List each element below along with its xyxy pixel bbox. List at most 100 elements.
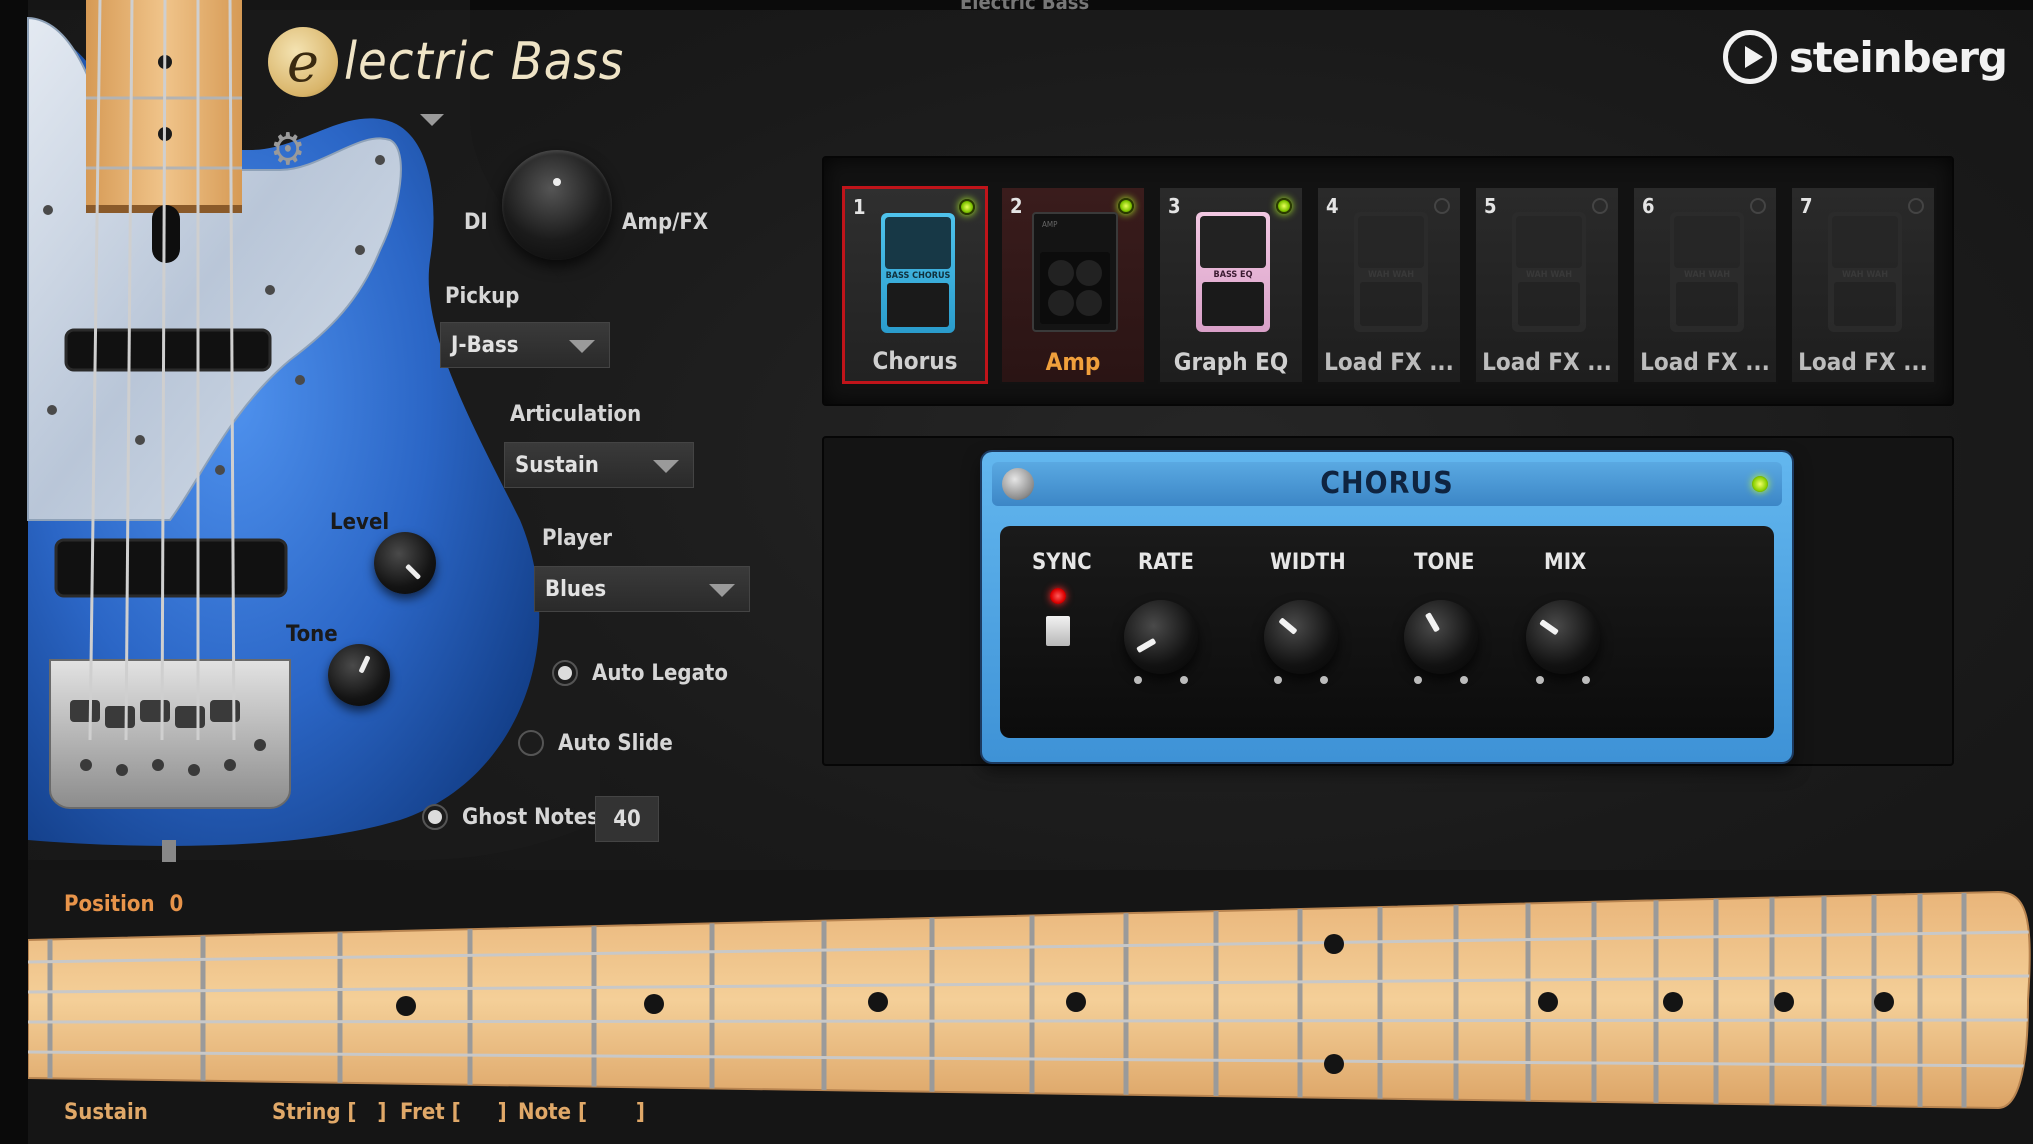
chorus-pedal-icon: BASS CHORUS bbox=[881, 213, 955, 333]
chorus-title-bar: CHORUS bbox=[992, 462, 1782, 506]
amp-cabinet-icon: AMP bbox=[1032, 212, 1118, 332]
di-label: DI bbox=[464, 210, 488, 235]
string-close: ] bbox=[377, 1100, 387, 1125]
sync-label: SYNC bbox=[1032, 550, 1092, 575]
slot-number: 2 bbox=[1010, 194, 1023, 218]
pedal-top bbox=[1200, 216, 1266, 268]
slot-active-led[interactable] bbox=[1750, 198, 1766, 214]
player-dropdown[interactable]: Blues bbox=[534, 566, 750, 612]
auto-slide-option[interactable]: Auto Slide bbox=[518, 730, 673, 756]
player-value: Blues bbox=[545, 576, 607, 602]
ghost-notes-radio[interactable] bbox=[422, 804, 448, 830]
slot-number: 1 bbox=[853, 195, 866, 219]
auto-legato-label: Auto Legato bbox=[592, 660, 728, 686]
ghost-notes-value-field[interactable]: 40 bbox=[595, 796, 659, 842]
pedal-top bbox=[1516, 216, 1582, 268]
pedal-label: WAH WAH bbox=[1684, 270, 1730, 280]
chorus-title: CHORUS bbox=[1320, 466, 1454, 501]
pedal-top bbox=[885, 217, 951, 269]
tone-knob[interactable] bbox=[328, 644, 390, 706]
pedal-top bbox=[1358, 216, 1424, 268]
slot-name: Amp bbox=[1045, 348, 1101, 376]
knob-indicator bbox=[553, 178, 561, 186]
pedal-label: BASS CHORUS bbox=[885, 271, 951, 281]
electric-bass-logo: e lectric Bass bbox=[268, 22, 624, 102]
empty-pedal-icon: WAH WAH bbox=[1828, 212, 1902, 332]
chorus-power-led[interactable] bbox=[1752, 476, 1768, 492]
fretboard[interactable] bbox=[28, 880, 2033, 1120]
slot-active-led[interactable] bbox=[1592, 198, 1608, 214]
pedal-footswitch bbox=[1518, 282, 1580, 326]
fx-slots-panel: 1 BASS CHORUS Chorus 2 AMP Amp 3 BASS EQ… bbox=[822, 156, 1954, 406]
auto-slide-label: Auto Slide bbox=[558, 730, 673, 756]
ghost-notes-label: Ghost Notes bbox=[462, 804, 599, 830]
fx-slot-6[interactable]: 6 WAH WAH Load FX ... bbox=[1632, 186, 1778, 384]
knob-indicator bbox=[358, 655, 371, 674]
slot-active-led[interactable] bbox=[1434, 198, 1450, 214]
level-knob[interactable] bbox=[374, 532, 436, 594]
slot-name: Load FX ... bbox=[1640, 348, 1770, 376]
fx-slot-5[interactable]: 5 WAH WAH Load FX ... bbox=[1474, 186, 1620, 384]
graph-eq-pedal-icon: BASS EQ bbox=[1196, 212, 1270, 332]
pickup-dropdown[interactable]: J-Bass bbox=[440, 322, 610, 368]
rate-range-dots bbox=[1134, 676, 1188, 686]
fx-slot-7[interactable]: 7 WAH WAH Load FX ... bbox=[1790, 186, 1936, 384]
mix-range-dots bbox=[1536, 676, 1590, 686]
width-label: WIDTH bbox=[1270, 550, 1346, 575]
fx-slot-3[interactable]: 3 BASS EQ Graph EQ bbox=[1158, 186, 1304, 384]
width-knob[interactable] bbox=[1264, 600, 1338, 674]
chevron-down-icon bbox=[653, 460, 679, 473]
pedal-label: WAH WAH bbox=[1368, 270, 1414, 280]
empty-pedal-icon: WAH WAH bbox=[1670, 212, 1744, 332]
auto-legato-radio[interactable] bbox=[552, 660, 578, 686]
mix-knob[interactable] bbox=[1526, 600, 1600, 674]
slot-active-led[interactable] bbox=[1118, 198, 1134, 214]
fx-slot-2[interactable]: 2 AMP Amp bbox=[1000, 186, 1146, 384]
note-readout: Note [ ] bbox=[518, 1100, 645, 1125]
level-label: Level bbox=[330, 510, 390, 535]
fx-slot-4[interactable]: 4 WAH WAH Load FX ... bbox=[1316, 186, 1462, 384]
steinberg-play-icon bbox=[1722, 30, 1777, 84]
auto-slide-radio[interactable] bbox=[518, 730, 544, 756]
menu-dropdown-icon[interactable] bbox=[420, 114, 444, 126]
rate-knob[interactable] bbox=[1124, 600, 1198, 674]
ampfx-label: Amp/FX bbox=[622, 210, 709, 235]
slot-number: 4 bbox=[1326, 194, 1339, 218]
sync-button[interactable] bbox=[1046, 616, 1070, 646]
knob-indicator bbox=[1136, 637, 1157, 654]
chevron-down-icon bbox=[709, 584, 735, 597]
empty-pedal-icon: WAH WAH bbox=[1354, 212, 1428, 332]
chevron-down-icon bbox=[569, 340, 595, 353]
tone-label: TONE bbox=[1414, 550, 1475, 575]
brand-name: steinberg bbox=[1788, 32, 2008, 82]
logo-text: lectric Bass bbox=[344, 32, 625, 92]
pedal-footswitch bbox=[887, 283, 949, 327]
di-ampfx-knob[interactable] bbox=[502, 150, 612, 260]
electric-bass-plugin: Electric Bass ⚙ e lectric Bass steinberg… bbox=[0, 0, 2033, 1144]
pedal-footswitch bbox=[1360, 282, 1422, 326]
knob-indicator bbox=[1539, 619, 1559, 636]
slot-name: Chorus bbox=[872, 347, 958, 375]
auto-legato-option[interactable]: Auto Legato bbox=[552, 660, 728, 686]
steinberg-brand: steinberg bbox=[1722, 30, 2008, 84]
ghost-notes-option[interactable]: Ghost Notes bbox=[422, 804, 599, 830]
pickup-label: Pickup bbox=[445, 284, 520, 309]
fx-slot-1[interactable]: 1 BASS CHORUS Chorus bbox=[842, 186, 988, 384]
amp-badge: AMP bbox=[1042, 220, 1058, 229]
slot-active-led[interactable] bbox=[1908, 198, 1924, 214]
player-label: Player bbox=[542, 526, 613, 551]
knob-indicator bbox=[405, 563, 422, 580]
tone-knob[interactable] bbox=[1404, 600, 1478, 674]
settings-gear-icon[interactable]: ⚙ bbox=[270, 128, 306, 172]
pedal-label: WAH WAH bbox=[1526, 270, 1572, 280]
host-title: Electric Bass bbox=[960, 0, 1090, 14]
note-label: Note [ bbox=[518, 1100, 587, 1125]
empty-pedal-icon: WAH WAH bbox=[1512, 212, 1586, 332]
mix-label: MIX bbox=[1544, 550, 1587, 575]
articulation-dropdown[interactable]: Sustain bbox=[504, 442, 694, 488]
radio-fill bbox=[558, 666, 572, 680]
chorus-unit: CHORUS SYNC RATE WIDTH TONE MIX bbox=[982, 452, 1792, 762]
slot-active-led[interactable] bbox=[1276, 198, 1292, 214]
note-close: ] bbox=[635, 1100, 645, 1125]
slot-active-led[interactable] bbox=[959, 199, 975, 215]
